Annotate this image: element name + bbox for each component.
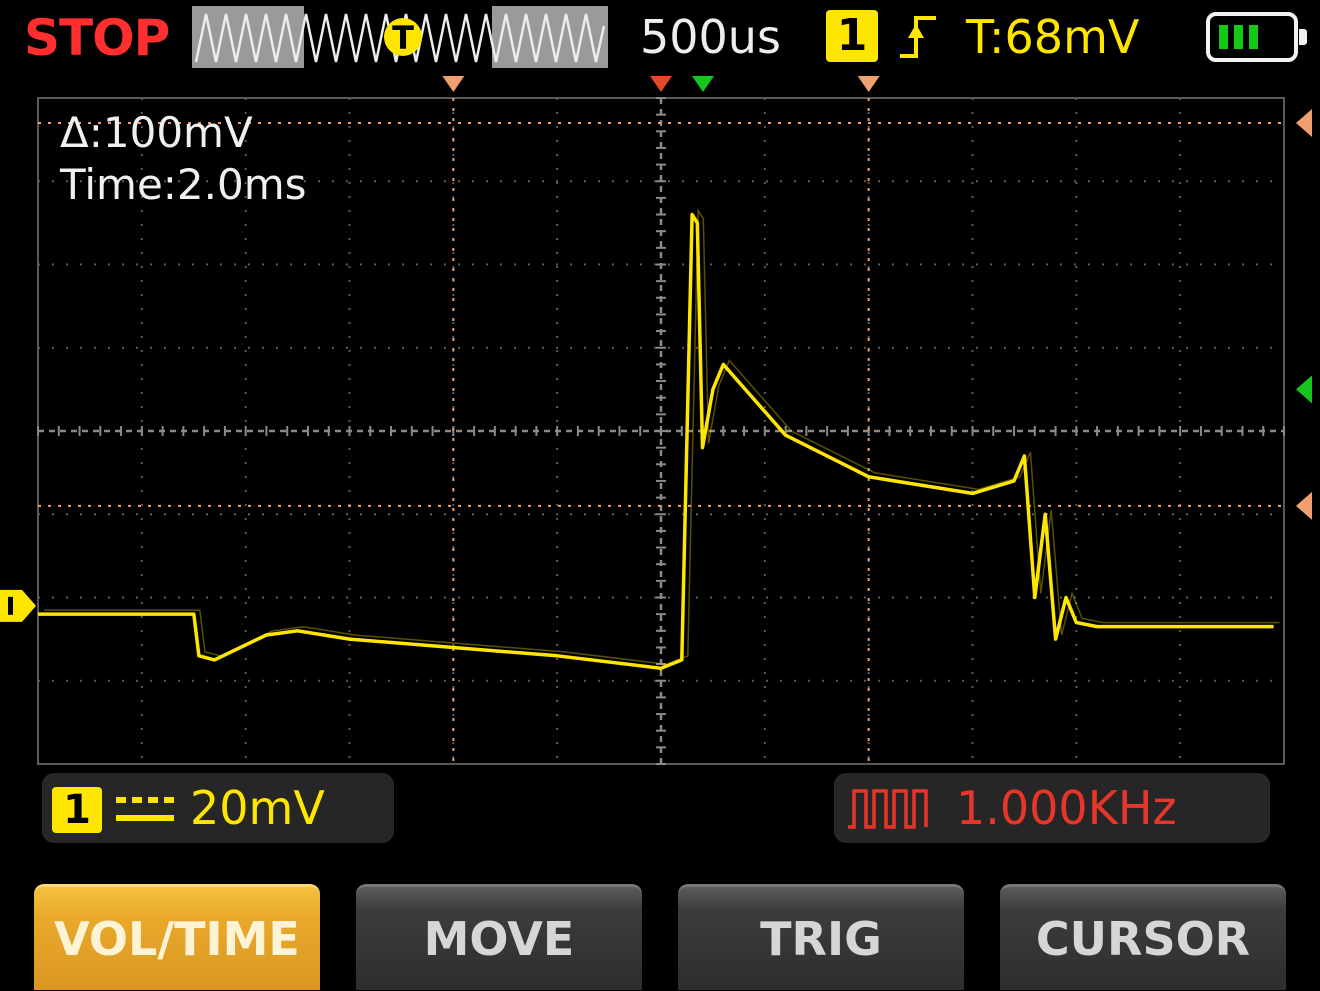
voltage-cursor-marker: [1296, 108, 1312, 137]
frequency-readout: 1.000KHz: [956, 781, 1177, 835]
trigger-channel-badge: 1: [826, 10, 878, 62]
channel-1-trace: [38, 207, 1280, 671]
voltage-cursor-marker: [1296, 491, 1312, 520]
dc-coupling-icon: [116, 797, 174, 821]
time-cursor-marker: [857, 76, 880, 92]
timebase-readout[interactable]: 500us: [640, 8, 781, 66]
rising-edge-icon: [900, 16, 936, 58]
cursor-delta-time: Time:2.0ms: [60, 160, 307, 209]
run-state-indicator[interactable]: STOP: [24, 8, 170, 68]
square-wave-icon: [848, 789, 928, 829]
overview-waveform: T: [194, 6, 606, 68]
channel-1-scale-pill[interactable]: 1 20mV: [42, 773, 394, 843]
trigger-level-readout[interactable]: T:68mV: [966, 8, 1139, 66]
channel-1-ground-marker: [0, 589, 36, 622]
channel-1-ground-label: [8, 596, 13, 615]
cursor-delta-voltage: Δ:100mV: [60, 108, 253, 157]
time-cursor-marker: [442, 76, 465, 92]
trigger-level-marker: [1296, 375, 1312, 404]
frequency-pill: 1.000KHz: [834, 773, 1270, 843]
trig-button[interactable]: TRIG: [678, 884, 964, 990]
screen-center-marker: [692, 76, 714, 92]
trigger-marker-label: T: [392, 19, 414, 57]
vol-time-button[interactable]: VOL/TIME: [34, 884, 320, 990]
volts-per-div: 20mV: [190, 781, 325, 835]
memory-overview-bar[interactable]: T: [192, 6, 608, 68]
trigger-position-marker: [650, 76, 672, 92]
channel-1-waveform: [38, 212, 1274, 671]
cursor-button[interactable]: CURSOR: [1000, 884, 1286, 990]
move-button[interactable]: MOVE: [356, 884, 642, 990]
channel-1-badge: 1: [52, 787, 102, 833]
battery-icon: [1206, 12, 1307, 62]
